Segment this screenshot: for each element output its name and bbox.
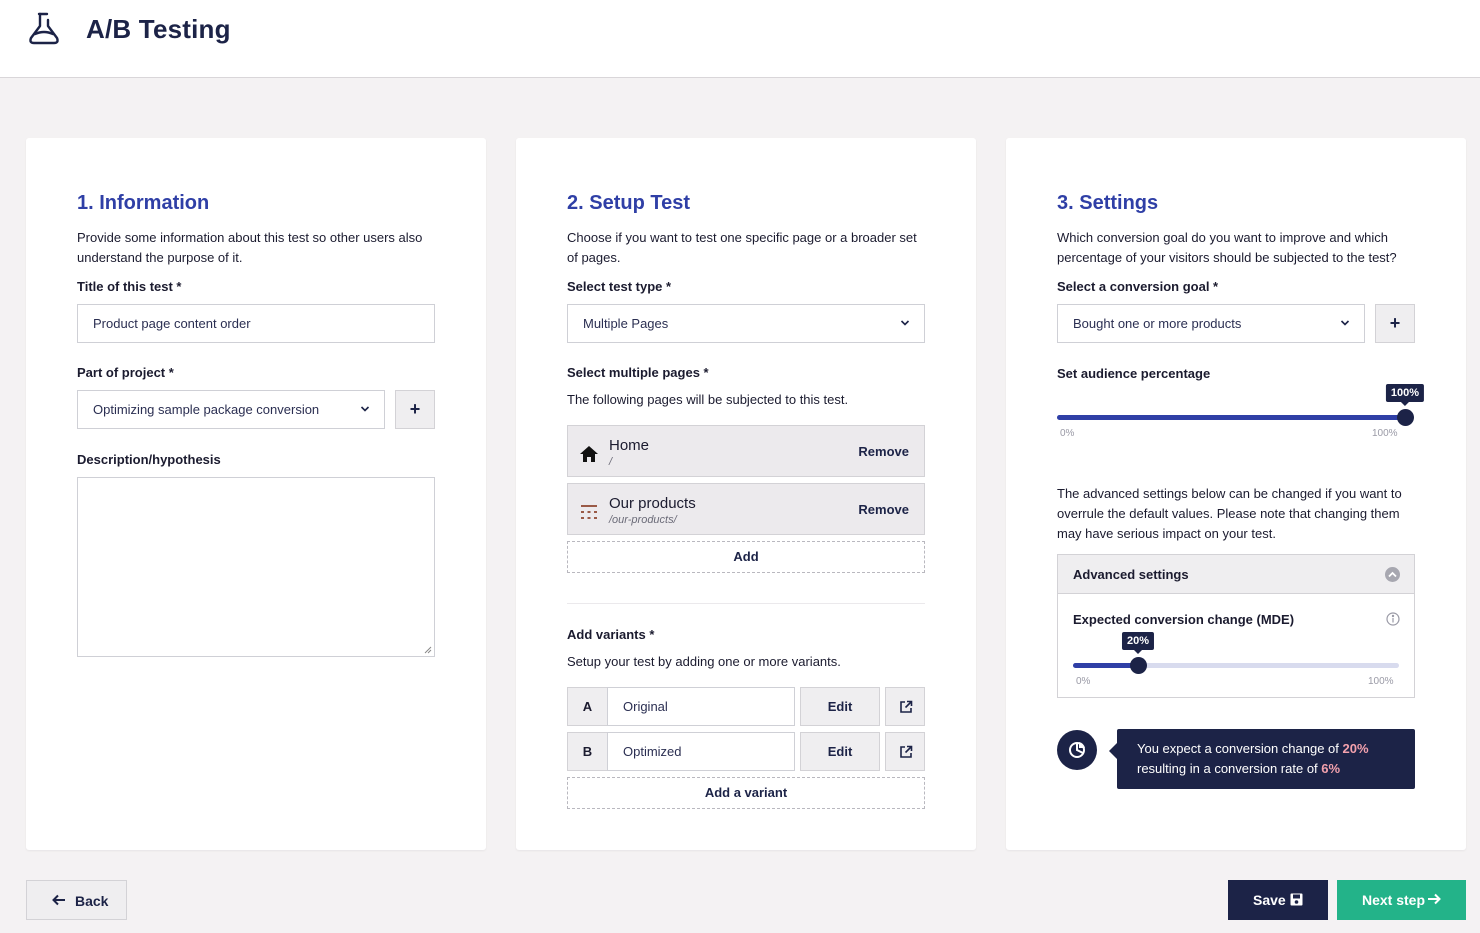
back-button-label: Back [75, 893, 109, 909]
setup-intro: Choose if you want to test one specific … [567, 230, 917, 265]
variant-row-a: A Original Edit [567, 687, 925, 726]
remove-page-button[interactable]: Remove [858, 502, 909, 517]
edit-variant-button[interactable]: Edit [800, 732, 880, 771]
slider-fill [1057, 415, 1405, 420]
floppy-disk-icon [1290, 893, 1303, 906]
page-path: /our-products/ [609, 514, 677, 526]
slider-max-label: 100% [1368, 676, 1394, 687]
settings-card: 3. Settings Which conversion goal do you… [1006, 138, 1466, 850]
description-textarea[interactable] [77, 477, 435, 657]
test-title-input[interactable]: Product page content order [77, 304, 435, 343]
slider-value-tooltip: 20% [1121, 632, 1155, 654]
add-variant-button[interactable]: Add a variant [567, 777, 925, 809]
variant-letter: A [567, 687, 608, 726]
variant-name-input[interactable]: Optimized [607, 732, 795, 771]
next-step-button[interactable]: Next step [1337, 880, 1466, 920]
chevron-down-icon [1340, 320, 1350, 326]
edit-variant-button[interactable]: Edit [800, 687, 880, 726]
audience-label: Set audience percentage [1057, 366, 1211, 381]
arrow-right-icon [1428, 893, 1441, 905]
summary-mid: resulting in a conversion rate of [1137, 761, 1322, 776]
test-type-select[interactable]: Multiple Pages [567, 304, 925, 343]
variants-label: Add variants * [567, 627, 655, 642]
test-type-label: Select test type * [567, 279, 672, 294]
audience-slider[interactable]: 100% 0% 100% [1057, 384, 1425, 439]
pages-label: Select multiple pages * [567, 365, 709, 380]
advanced-settings-title: Advanced settings [1073, 567, 1189, 582]
mde-slider[interactable]: 20% 0% 100% [1073, 632, 1399, 687]
project-label: Part of project * [77, 365, 174, 380]
chevron-up-icon [1385, 567, 1400, 582]
variants-subtext: Setup your test by adding one or more va… [567, 654, 841, 669]
back-button[interactable]: Back [26, 880, 127, 920]
external-link-icon [900, 700, 913, 713]
information-card: 1. Information Provide some information … [26, 138, 486, 850]
external-link-icon [900, 745, 913, 758]
slider-max-label: 100% [1372, 428, 1398, 439]
page-item-home: Home / Remove [567, 425, 925, 477]
slider-handle[interactable] [1130, 657, 1147, 674]
remove-page-button[interactable]: Remove [858, 444, 909, 459]
setup-card: 2. Setup Test Choose if you want to test… [516, 138, 976, 850]
resize-grip-icon[interactable] [424, 646, 432, 654]
settings-heading: 3. Settings [1057, 192, 1159, 214]
variant-row-b: B Optimized Edit [567, 732, 925, 771]
goal-label: Select a conversion goal * [1057, 279, 1219, 294]
information-intro: Provide some information about this test… [77, 230, 423, 265]
add-project-button[interactable]: + [395, 390, 435, 429]
open-variant-button[interactable] [885, 687, 925, 726]
variant-name-input[interactable]: Original [607, 687, 795, 726]
page-name: Home [609, 437, 650, 454]
open-variant-button[interactable] [885, 732, 925, 771]
save-button-label: Save [1253, 892, 1286, 908]
slider-fill [1073, 663, 1138, 668]
page-item-our-products: Our products /our-products/ Remove [567, 483, 925, 535]
next-step-label: Next step [1362, 892, 1426, 908]
chart-pie-icon [1057, 730, 1097, 770]
slider-min-label: 0% [1060, 428, 1075, 439]
test-title-label: Title of this test * [77, 279, 182, 294]
advanced-intro: The advanced settings below can be chang… [1057, 486, 1402, 541]
divider [567, 603, 925, 604]
project-select-value: Optimizing sample package conversion [93, 402, 320, 417]
arrow-left-icon [52, 894, 65, 906]
page-name: Our products [609, 495, 696, 512]
information-heading: 1. Information [77, 192, 210, 214]
mde-label: Expected conversion change (MDE) [1073, 612, 1295, 627]
top-bar: A/B Testing [0, 0, 1480, 78]
info-icon[interactable] [1386, 612, 1400, 626]
pages-subtext: The following pages will be subjected to… [567, 392, 849, 407]
page-path: / [609, 456, 613, 468]
flask-icon [29, 12, 59, 45]
project-select[interactable]: Optimizing sample package conversion [77, 390, 385, 429]
variant-letter: B [567, 732, 608, 771]
goal-select-value: Bought one or more products [1073, 316, 1242, 331]
setup-heading: 2. Setup Test [567, 192, 690, 214]
page-title: A/B Testing [86, 14, 231, 44]
add-goal-button[interactable]: + [1375, 304, 1415, 343]
test-type-value: Multiple Pages [583, 316, 669, 331]
summary-prefix: You expect a conversion change of [1137, 741, 1343, 756]
summary-change: 20% [1342, 741, 1369, 756]
summary-rate: 6% [1321, 761, 1341, 776]
goal-select[interactable]: Bought one or more products [1057, 304, 1365, 343]
advanced-settings-toggle[interactable]: Advanced settings [1058, 555, 1414, 594]
home-icon [580, 446, 598, 462]
slider-handle[interactable] [1397, 409, 1414, 426]
slider-min-label: 0% [1076, 676, 1091, 687]
conversion-summary-text: You expect a conversion change of 20% re… [1109, 729, 1415, 789]
description-label: Description/hypothesis [77, 452, 221, 467]
save-button[interactable]: Save [1228, 880, 1328, 920]
chevron-down-icon [900, 320, 910, 326]
advanced-settings-panel: Advanced settings Expected conversion ch… [1057, 554, 1415, 698]
chevron-down-icon [360, 406, 370, 412]
slider-value-tooltip: 100% [1385, 384, 1425, 406]
settings-intro: Which conversion goal do you want to imp… [1057, 230, 1397, 265]
add-page-button[interactable]: Add [567, 541, 925, 573]
grid-list-icon [581, 505, 597, 519]
